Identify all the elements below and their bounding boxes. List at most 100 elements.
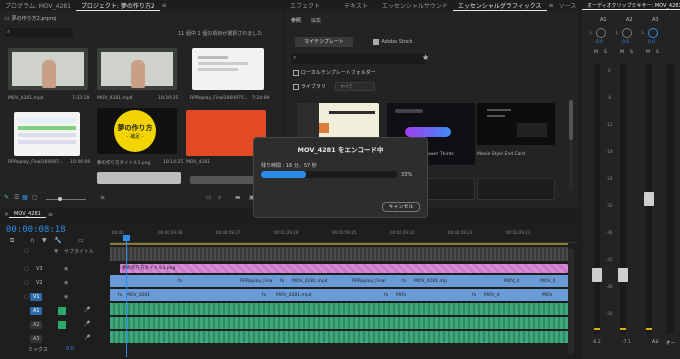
subtab-browse[interactable]: 参照	[291, 18, 301, 24]
template-thumb[interactable]	[477, 178, 555, 200]
timeline-clip[interactable]: fx	[278, 277, 284, 286]
lock-icon[interactable]: ▢	[24, 248, 29, 254]
timeline-clip[interactable]: fx	[470, 291, 476, 300]
marker-icon[interactable]: ▼	[42, 237, 47, 244]
eye-icon[interactable]: ◉	[54, 248, 58, 254]
library-select[interactable]: すべて	[335, 82, 375, 91]
timeline-scrollbar[interactable]	[568, 249, 574, 354]
tab-source[interactable]: ソース	[554, 1, 582, 10]
mute-toggle[interactable]	[58, 307, 66, 315]
pan-value[interactable]: 0.0	[596, 40, 603, 45]
cancel-button[interactable]: キャンセル	[382, 202, 420, 212]
timeline-clip[interactable]: MOV_4	[502, 277, 520, 286]
scrollbar-thumb[interactable]	[569, 100, 573, 140]
eye-icon[interactable]: ◉	[64, 280, 68, 286]
mute-button[interactable]: M	[594, 50, 598, 55]
tab-effects[interactable]: エフェクト	[285, 1, 325, 10]
timeline-clip[interactable]: fx	[382, 291, 388, 300]
timeline-clip[interactable]: MOV_4	[482, 291, 500, 300]
adobe-stock-button[interactable]: Adobe Stock	[361, 37, 425, 47]
mute-button[interactable]: M	[620, 50, 624, 55]
icon-view-icon[interactable]: ▦	[22, 194, 28, 201]
mute-toggle[interactable]	[58, 321, 66, 329]
mic-icon[interactable]: 🎤	[84, 321, 90, 327]
timeline-clip[interactable]: RPReplay_Fina	[238, 277, 272, 286]
mix-value[interactable]: 0.0	[66, 346, 74, 352]
snap-icon[interactable]: ⧉	[10, 237, 14, 245]
timeline-clip[interactable]: MOV	[394, 291, 406, 300]
scrollbar[interactable]	[569, 100, 573, 190]
timeline-clip[interactable]: MOV_4	[538, 277, 556, 286]
fader-handle[interactable]	[644, 192, 654, 206]
template-thumb[interactable]	[477, 103, 555, 145]
zoom-slider[interactable]	[46, 199, 86, 200]
project-search-input[interactable]: ⌕	[5, 28, 73, 37]
search-icon[interactable]: ⌕	[218, 194, 221, 202]
time-ruler[interactable]: 00:00 00:00:29:28 00:00:59:27 00:01:29:2…	[110, 229, 578, 243]
tab-text[interactable]: テキスト	[339, 1, 373, 10]
linked-icon[interactable]: ∩	[30, 237, 34, 244]
lock-icon[interactable]: ▢	[24, 266, 29, 272]
freeform-view-icon[interactable]: ▢	[32, 194, 38, 201]
new-bin-icon[interactable]: ▬	[235, 194, 241, 201]
tab-program[interactable]: プログラム: MOV_4281	[0, 1, 76, 10]
project-item-thumb[interactable]: 夢の作り方 - 補足 -	[97, 108, 177, 154]
tab-project[interactable]: プロジェクト: 夢の作り方2	[75, 1, 160, 11]
project-item-thumb[interactable]	[97, 172, 181, 184]
sort-icon[interactable]: ≡	[100, 194, 105, 201]
wrench-icon[interactable]: 🔧	[54, 237, 61, 244]
tab-essential-graphics[interactable]: エッセンシャルグラフィックス	[452, 1, 547, 11]
timeline-clip[interactable]: fx	[176, 277, 182, 286]
lock-icon[interactable]: ▢	[24, 294, 29, 300]
timeline-clip[interactable]: MOV_4281	[124, 291, 150, 300]
timeline-clip[interactable]: MOV_4281.mp	[412, 277, 447, 286]
timeline-clip[interactable]: MOV	[540, 291, 552, 300]
local-template-checkbox-row[interactable]: ローカルテンプレートフォルダー	[293, 69, 376, 76]
subtab-edit[interactable]: 編集	[311, 18, 321, 24]
solo-button[interactable]: S	[656, 50, 659, 55]
mic-icon[interactable]: 🎤	[84, 335, 90, 341]
timeline-clip[interactable]: MOV_4281.mp4	[290, 277, 328, 286]
list-view-icon[interactable]: ☰	[14, 194, 19, 201]
pan-value[interactable]: 0.0	[648, 40, 655, 45]
timeline-clip[interactable]: fx	[116, 291, 122, 300]
star-icon[interactable]: ★	[422, 53, 429, 62]
menu-icon[interactable]: ≡	[162, 2, 167, 9]
tab-essential-sound[interactable]: エッセンシャルサウンド	[377, 1, 453, 10]
pan-knob[interactable]	[622, 28, 632, 38]
timeline-clip[interactable]: MOV_4281.mp4	[274, 291, 312, 300]
graphics-search-input[interactable]: ⌕	[291, 54, 425, 64]
automate-icon[interactable]: ▭	[206, 194, 212, 201]
menu-icon[interactable]: ≡	[48, 211, 53, 218]
eye-icon[interactable]: ◉	[64, 266, 68, 272]
lock-icon[interactable]: ▢	[24, 280, 29, 286]
project-item-thumb[interactable]	[8, 48, 88, 90]
pencil-icon[interactable]: ✎	[4, 194, 9, 201]
mixer-title[interactable]: オーディオクリップミキサー: MOV_4281	[582, 2, 680, 10]
timeline-clip[interactable]: fx	[260, 291, 266, 300]
mic-icon[interactable]: 🎤	[84, 307, 90, 313]
pan-knob[interactable]	[648, 28, 658, 38]
playhead-handle[interactable]	[123, 235, 130, 241]
project-item-thumb[interactable]	[192, 48, 264, 90]
timeline-clip[interactable]: fx	[400, 277, 406, 286]
library-checkbox-row[interactable]: ライブラリ	[293, 83, 326, 90]
project-item-thumb[interactable]	[190, 176, 262, 184]
timeline-clip[interactable]: RPReplay_Final	[350, 277, 386, 286]
playhead[interactable]	[126, 237, 127, 357]
timecode-display[interactable]: 00:00:08:18	[6, 225, 66, 235]
my-templates-button[interactable]: マイテンプレート	[295, 37, 353, 47]
timeline-clip-v3[interactable]: 夢の作り方タイトル3.png	[120, 264, 568, 273]
zoom-slider-handle[interactable]	[58, 197, 62, 201]
tab-sequence[interactable]: MOV_4281	[9, 211, 46, 218]
checkbox[interactable]	[293, 83, 299, 90]
eye-icon[interactable]: ◉	[64, 294, 68, 300]
fader-handle[interactable]	[592, 268, 602, 282]
captions-icon[interactable]: ▭	[78, 237, 84, 244]
fader-handle[interactable]	[618, 268, 628, 282]
mute-button[interactable]: M	[646, 50, 650, 55]
pan-value[interactable]: 0.0	[622, 40, 629, 45]
project-item-thumb[interactable]	[14, 112, 80, 156]
solo-button[interactable]: S	[604, 50, 607, 55]
pan-knob[interactable]	[596, 28, 606, 38]
